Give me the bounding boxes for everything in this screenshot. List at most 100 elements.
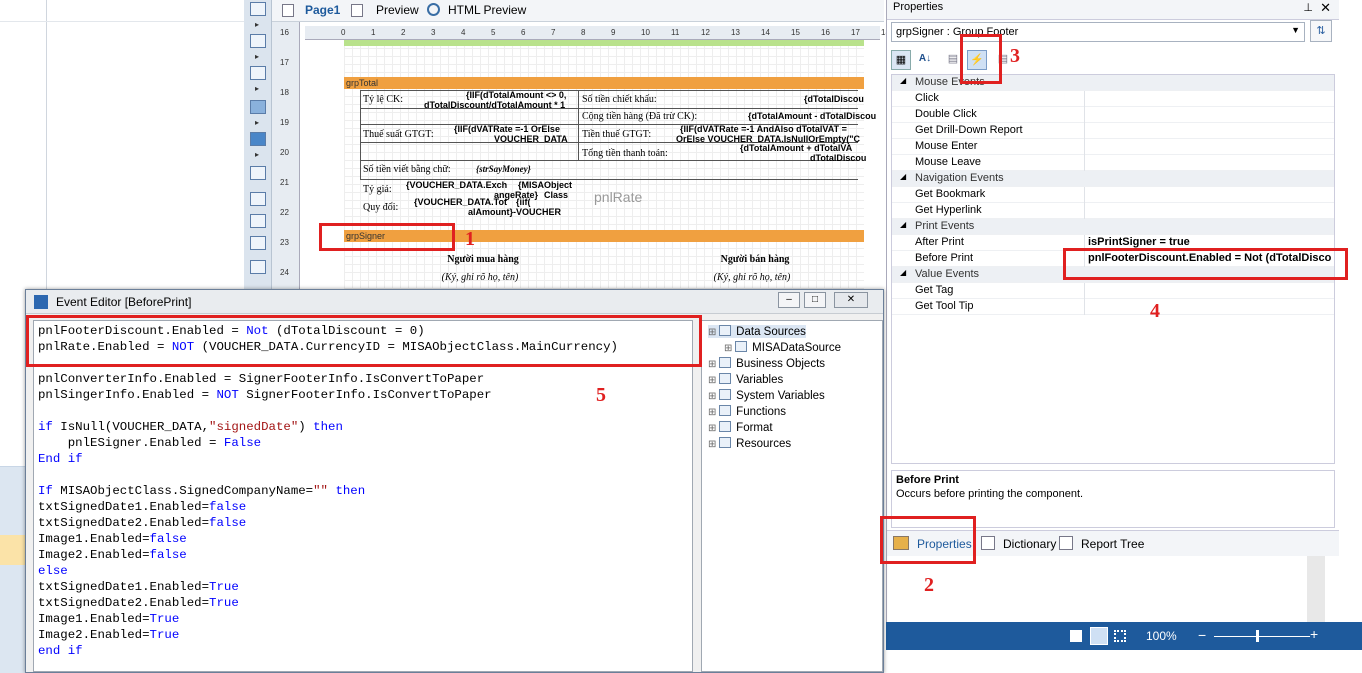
minimize-button[interactable]: – xyxy=(778,292,800,308)
tab-preview[interactable]: Preview xyxy=(376,3,419,17)
tab-report-tree[interactable]: Report Tree xyxy=(1081,537,1144,551)
panel-tool-icon[interactable] xyxy=(250,260,266,274)
property-row[interactable]: Mouse Leave xyxy=(892,155,1334,171)
multi-page-view-icon[interactable] xyxy=(1114,630,1126,642)
expand-icon[interactable]: ⊞ xyxy=(708,439,719,450)
expand-icon[interactable]: ⊞ xyxy=(708,375,719,386)
property-category[interactable]: ◢ Navigation Events xyxy=(892,171,1334,187)
panel-pnlrate[interactable]: pnlRate xyxy=(594,189,642,205)
field-total-minus[interactable]: {dTotalAmount - dTotalDiscou xyxy=(748,111,876,121)
text-tool-icon[interactable] xyxy=(250,214,266,228)
chevron-right-icon[interactable]: ▸ xyxy=(255,52,259,61)
label-tong-thanh-toan[interactable]: Tổng tiền thanh toán: xyxy=(582,148,668,159)
component-selector[interactable]: grpSigner : Group Footer ▼ xyxy=(891,22,1305,42)
property-row[interactable]: Mouse Enter xyxy=(892,139,1334,155)
zoom-out-icon[interactable]: − xyxy=(1198,627,1206,643)
zoom-slider[interactable] xyxy=(1214,636,1310,637)
text-tool-icon[interactable] xyxy=(250,236,266,250)
property-row[interactable]: Double Click xyxy=(892,107,1334,123)
toolbox-icon[interactable] xyxy=(250,34,266,48)
label-thue-suat[interactable]: Thuế suất GTGT: xyxy=(363,129,434,140)
chevron-right-icon[interactable]: ▸ xyxy=(255,150,259,159)
chevron-down-icon[interactable]: ▼ xyxy=(1291,25,1300,35)
zoom-in-icon[interactable]: + xyxy=(1310,626,1318,642)
label-ty-le-ck[interactable]: Tỷ lệ CK: xyxy=(363,94,403,105)
label-nguoi-ban[interactable]: Người bán hàng xyxy=(700,254,810,265)
maximize-button[interactable]: □ xyxy=(804,292,826,308)
field-iif-vat[interactable]: {IIF(dVATRate =-1 OrElse xyxy=(454,124,560,134)
property-row[interactable]: Click xyxy=(892,91,1334,107)
field-total-plus-2[interactable]: dTotalDiscou xyxy=(810,153,866,163)
continuous-view-icon[interactable] xyxy=(1090,627,1108,645)
label-ty-gia[interactable]: Tỷ giá: xyxy=(363,184,392,195)
tree-item[interactable]: ⊞ Format xyxy=(708,421,773,434)
band-grptotal[interactable]: grpTotal xyxy=(344,77,864,89)
vertical-scrollbar[interactable] xyxy=(1307,556,1325,622)
field-total-discount[interactable]: {dTotalDiscou xyxy=(804,94,864,104)
field-tot-2[interactable]: alAmount}-VOUCHER xyxy=(468,207,561,217)
zoom-slider-thumb[interactable] xyxy=(1256,630,1259,642)
field-iif-vat-3[interactable]: {IIF(dVATRate =-1 AndAlso dTotalVAT = xyxy=(680,124,864,134)
field-iif-vat-2[interactable]: VOUCHER_DATA xyxy=(494,134,568,144)
expand-icon[interactable]: ⊞ xyxy=(708,423,719,434)
property-category[interactable]: ◢ Print Events xyxy=(892,219,1334,235)
code-editor[interactable]: pnlFooterDiscount.Enabled = Not (dTotalD… xyxy=(33,320,693,672)
collapse-icon[interactable]: ◢ xyxy=(900,268,906,277)
expand-icon[interactable]: ⊞ xyxy=(708,391,719,402)
tab-page1[interactable]: Page1 xyxy=(305,3,340,17)
single-page-view-icon[interactable] xyxy=(1070,630,1082,642)
expand-icon[interactable]: ⊞ xyxy=(708,407,719,418)
property-row[interactable]: Get Hyperlink xyxy=(892,203,1334,219)
tree-item[interactable]: ⊞ Business Objects xyxy=(708,357,825,370)
tree-item[interactable]: ⊞ Resources xyxy=(708,437,791,450)
label-so-tien-ck[interactable]: Số tiền chiết khấu: xyxy=(582,94,657,105)
field-misa-object-2[interactable]: Class xyxy=(544,190,568,200)
field-say-money[interactable]: {strSayMoney} xyxy=(476,164,531,174)
field-iif-total-2[interactable]: dTotalDiscount/dTotalAmount * 1 xyxy=(424,100,565,110)
puzzle-icon[interactable] xyxy=(250,132,266,146)
label-cong-tien-hang[interactable]: Cộng tiền hàng (Đã trừ CK): xyxy=(582,111,697,122)
chevron-right-icon[interactable]: ▸ xyxy=(255,20,259,29)
toolbox-icon[interactable] xyxy=(250,166,266,180)
chevron-right-icon[interactable]: ▸ xyxy=(255,118,259,127)
field-exch[interactable]: {VOUCHER_DATA.Exch xyxy=(406,180,507,190)
property-row[interactable]: Get Drill-Down Report xyxy=(892,123,1334,139)
report-design-surface[interactable]: grpTotal grpSigner Tỷ lệ CK: {IIF(dTotal… xyxy=(344,40,876,290)
image-tool-icon[interactable] xyxy=(250,100,266,114)
property-row[interactable]: Get Tool Tip xyxy=(892,299,1334,315)
field-tot[interactable]: {VOUCHER_DATA.Tot xyxy=(414,197,507,207)
field-misa-object[interactable]: {MISAObject xyxy=(518,180,572,190)
close-icon[interactable]: ✕ xyxy=(1320,0,1331,16)
chevron-right-icon[interactable]: ▸ xyxy=(255,84,259,93)
field-iif-total[interactable]: {IIF(dTotalAmount <> 0, xyxy=(466,90,566,100)
tree-item[interactable]: ⊞ System Variables xyxy=(708,389,825,402)
toolbox-icon[interactable] xyxy=(250,2,266,16)
tree-item[interactable]: ⊞ Data Sources xyxy=(708,325,806,338)
label-quy-doi[interactable]: Quy đổi: xyxy=(363,202,398,213)
property-row[interactable]: Get Tag xyxy=(892,283,1334,299)
tab-dictionary[interactable]: Dictionary xyxy=(1003,537,1056,551)
property-category[interactable]: ◢ Mouse Events xyxy=(892,75,1334,91)
pin-icon[interactable]: ⊥ xyxy=(1303,1,1313,14)
expand-icon[interactable]: ⊞ xyxy=(708,327,719,338)
close-button[interactable]: ✕ xyxy=(834,292,868,308)
property-row[interactable]: Get Bookmark xyxy=(892,187,1334,203)
label-ky-ghi-mua[interactable]: (Ký, ghi rõ họ, tên) xyxy=(416,272,544,283)
toolbox-icon[interactable] xyxy=(250,192,266,206)
label-nguoi-mua[interactable]: Người mua hàng xyxy=(428,254,538,265)
collapse-icon[interactable]: ◢ xyxy=(900,172,906,181)
alphabetical-icon[interactable]: A↓ xyxy=(915,50,935,70)
property-value[interactable]: isPrintSigner = true xyxy=(1088,236,1333,248)
collapse-icon[interactable]: ◢ xyxy=(900,220,906,229)
label-so-tien-chu[interactable]: Số tiền viết bằng chữ: xyxy=(363,164,451,175)
tree-item[interactable]: ⊞ MISADataSource xyxy=(724,341,841,354)
field-total-plus[interactable]: {dTotalAmount + dTotalVA xyxy=(740,143,852,153)
toolbox-icon[interactable] xyxy=(250,66,266,80)
label-tien-thue[interactable]: Tiền thuế GTGT: xyxy=(582,129,651,140)
collapse-icon[interactable]: ◢ xyxy=(900,76,906,85)
categorized-icon[interactable]: ▦ xyxy=(891,50,911,70)
tab-html-preview[interactable]: HTML Preview xyxy=(448,3,526,17)
label-ky-ghi-ban[interactable]: (Ký, ghi rõ họ, tên) xyxy=(688,272,816,283)
sort-icon[interactable]: ⇅ xyxy=(1310,20,1332,42)
tree-item[interactable]: ⊞ Variables xyxy=(708,373,783,386)
